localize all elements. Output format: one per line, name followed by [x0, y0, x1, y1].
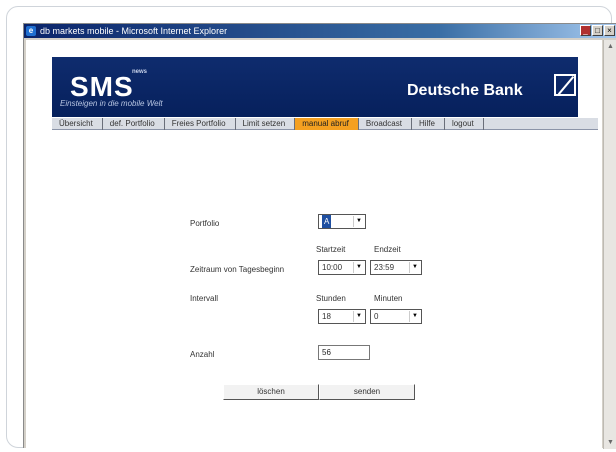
stunden-select-value: 18 [322, 312, 331, 321]
bank-name: Deutsche Bank [407, 82, 523, 99]
chevron-down-icon: ▼ [353, 311, 364, 322]
nav-tabs: Übersicht def. Portfolio Freies Portfoli… [52, 118, 598, 130]
sms-news-badge: news [132, 69, 148, 75]
window-title: db markets mobile - Microsoft Internet E… [40, 26, 228, 36]
portfolio-select-value: A [322, 215, 332, 228]
chevron-down-icon: ▼ [409, 262, 420, 273]
chevron-down-icon: ▼ [353, 216, 364, 227]
tab-freies-portfolio[interactable]: Freies Portfolio [165, 118, 236, 130]
tab-def-portfolio[interactable]: def. Portfolio [103, 118, 165, 130]
scroll-up-icon[interactable]: ▲ [605, 41, 616, 52]
startzeit-header: Startzeit [316, 245, 346, 254]
intervall-label: Intervall [190, 294, 219, 303]
anzahl-input[interactable]: 56 [318, 345, 370, 360]
sms-tagline: Einsteigen in die mobile Welt [60, 99, 163, 108]
window-controls: _ □ × [580, 25, 615, 36]
site-header: SMS news Einsteigen in die mobile Welt D… [52, 57, 578, 117]
vertical-scrollbar[interactable]: ▲ ▼ [603, 40, 616, 449]
chevron-down-icon: ▼ [409, 311, 420, 322]
portfolio-select[interactable]: A ▼ [318, 214, 366, 229]
chevron-down-icon: ▼ [353, 262, 364, 273]
page-viewport: SMS news Einsteigen in die mobile Welt D… [26, 40, 602, 449]
zeitraum-label: Zeitraum von Tagesbeginn [190, 265, 285, 274]
portfolio-label: Portfolio [190, 219, 220, 228]
title-bar: e db markets mobile - Microsoft Internet… [24, 24, 616, 38]
deutsche-bank-logo-icon [554, 74, 576, 96]
endzeit-header: Endzeit [374, 245, 401, 254]
startzeit-select-value: 10:00 [322, 263, 343, 272]
delete-button[interactable]: löschen [223, 384, 319, 400]
tab-manual-abruf[interactable]: manual abruf [295, 118, 359, 130]
tab-limit-setzen[interactable]: Limit setzen [236, 118, 296, 130]
tab-logout[interactable]: logout [445, 118, 484, 130]
minuten-select[interactable]: 0 ▼ [370, 309, 422, 324]
browser-window: e db markets mobile - Microsoft Internet… [23, 23, 616, 449]
minuten-header: Minuten [374, 294, 403, 303]
stunden-select[interactable]: 18 ▼ [318, 309, 366, 324]
tab-broadcast[interactable]: Broadcast [359, 118, 412, 130]
tab-hilfe[interactable]: Hilfe [412, 118, 445, 130]
stunden-header: Stunden [316, 294, 346, 303]
endzeit-select-value: 23:59 [374, 263, 395, 272]
minimize-button[interactable]: _ [580, 25, 591, 36]
submit-button[interactable]: senden [319, 384, 415, 400]
minuten-select-value: 0 [374, 312, 379, 321]
startzeit-select[interactable]: 10:00 ▼ [318, 260, 366, 275]
ie-logo-icon: e [26, 26, 36, 36]
maximize-button[interactable]: □ [592, 25, 603, 36]
tab-uebersicht[interactable]: Übersicht [52, 118, 103, 130]
anzahl-label: Anzahl [190, 350, 215, 359]
endzeit-select[interactable]: 23:59 ▼ [370, 260, 422, 275]
scroll-down-icon[interactable]: ▼ [605, 437, 616, 448]
close-button[interactable]: × [604, 25, 615, 36]
